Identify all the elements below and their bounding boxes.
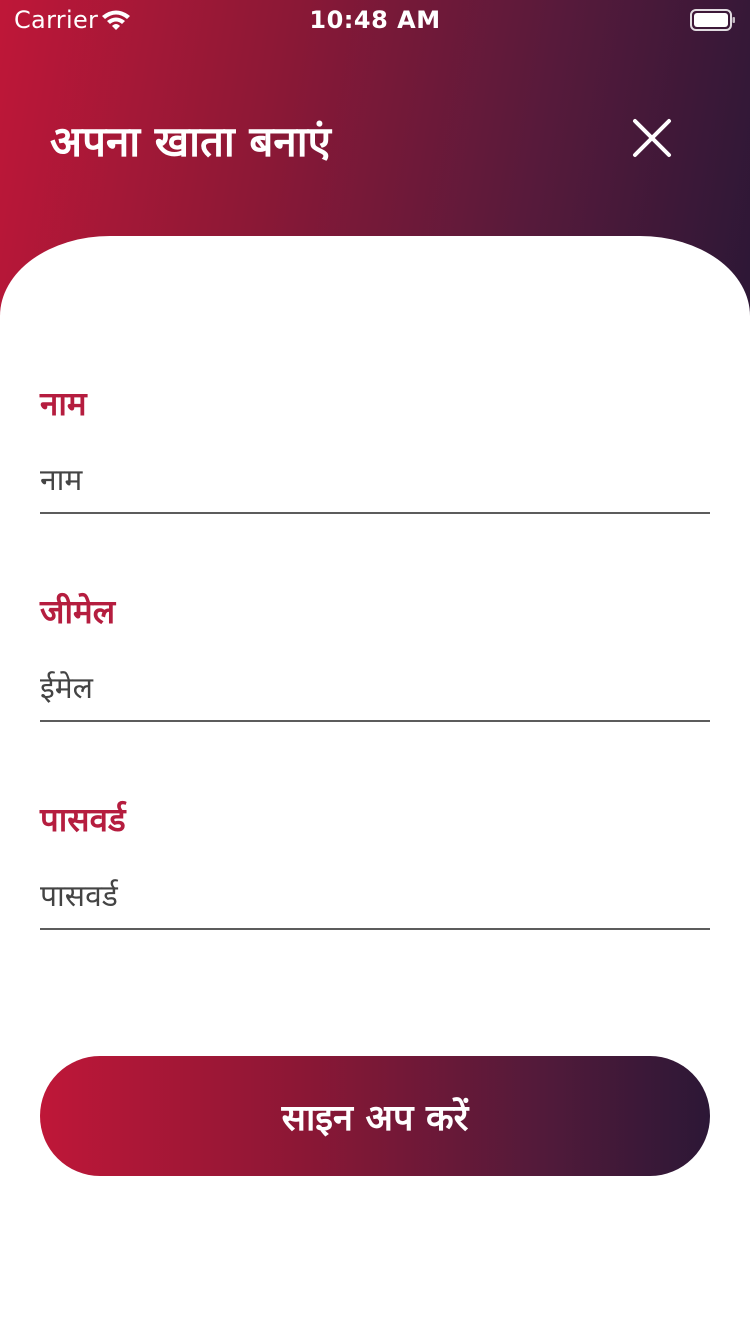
email-label: जीमेल [40, 592, 116, 631]
status-time: 10:48 AM [309, 6, 441, 34]
close-icon [633, 119, 671, 157]
signup-screen: Carrier 10:48 AM अपना खाता बनाएं नाम नाम… [0, 0, 750, 1334]
name-input[interactable] [40, 448, 710, 514]
page-title: अपना खाता बनाएं [50, 117, 331, 166]
email-input[interactable] [40, 656, 710, 722]
signup-button-label: साइन अप करें [281, 1097, 469, 1139]
signup-button[interactable]: साइन अप करें [40, 1056, 710, 1176]
password-label: पासवर्ड [40, 800, 126, 839]
battery-icon [690, 8, 736, 32]
name-label: नाम [40, 384, 87, 423]
password-input[interactable] [40, 864, 710, 930]
status-bar: Carrier 10:48 AM [0, 0, 750, 40]
close-button[interactable] [622, 108, 682, 168]
